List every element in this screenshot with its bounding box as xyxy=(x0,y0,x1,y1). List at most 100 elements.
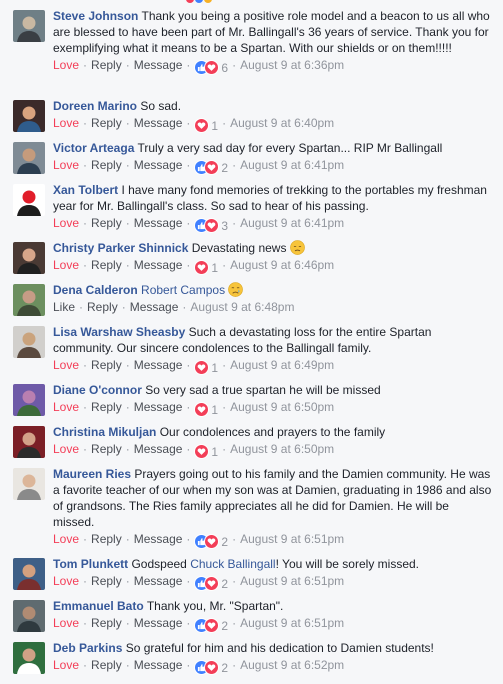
reply-button[interactable]: Reply xyxy=(91,358,122,372)
message-button[interactable]: Message xyxy=(134,616,183,630)
reply-button[interactable]: Reply xyxy=(91,216,122,230)
comment-timestamp[interactable]: August 9 at 6:41pm xyxy=(240,158,344,172)
comment-timestamp[interactable]: August 9 at 6:49pm xyxy=(230,358,334,372)
avatar[interactable] xyxy=(13,600,45,632)
reaction-summary[interactable]: 2 xyxy=(194,576,228,591)
reply-button[interactable]: Reply xyxy=(91,616,122,630)
comment-timestamp[interactable]: August 9 at 6:51pm xyxy=(240,616,344,630)
message-button[interactable]: Message xyxy=(134,216,183,230)
comment-timestamp[interactable]: August 9 at 6:51pm xyxy=(240,532,344,546)
message-button[interactable]: Message xyxy=(134,442,183,456)
comment-body: Deb Parkins So grateful for him and his … xyxy=(53,640,493,675)
comment-author[interactable]: Christina Mikuljan xyxy=(53,425,156,439)
reaction-count: 1 xyxy=(211,119,219,133)
love-button[interactable]: Love xyxy=(53,116,79,130)
reaction-summary[interactable]: 2 xyxy=(194,618,228,633)
reaction-summary[interactable]: 6 xyxy=(194,60,228,75)
reaction-summary[interactable]: 2 xyxy=(194,534,228,549)
comment-text: Doreen Marino So sad. xyxy=(53,98,493,114)
reply-button[interactable]: Reply xyxy=(91,532,122,546)
message-button[interactable]: Message xyxy=(134,658,183,672)
love-button[interactable]: Love xyxy=(53,574,79,588)
comment-body: Maureen Ries Prayers going out to his fa… xyxy=(53,466,493,549)
reaction-summary[interactable]: 1 xyxy=(194,402,218,417)
message-button[interactable]: Message xyxy=(134,58,183,72)
message-button[interactable]: Message xyxy=(134,258,183,272)
love-button[interactable]: Love xyxy=(53,532,79,546)
avatar[interactable] xyxy=(13,468,45,500)
comment-timestamp[interactable]: August 9 at 6:36pm xyxy=(240,58,344,72)
comment-timestamp[interactable]: August 9 at 6:40pm xyxy=(230,116,334,130)
comment-timestamp[interactable]: August 9 at 6:51pm xyxy=(240,574,344,588)
avatar[interactable] xyxy=(13,284,45,316)
love-button[interactable]: Love xyxy=(53,216,79,230)
reply-button[interactable]: Reply xyxy=(91,400,122,414)
comment-timestamp[interactable]: August 9 at 6:41pm xyxy=(240,216,344,230)
love-button[interactable]: Love xyxy=(53,616,79,630)
reaction-summary[interactable]: 1 xyxy=(194,260,218,275)
reply-button[interactable]: Reply xyxy=(91,574,122,588)
love-button[interactable]: Love xyxy=(53,400,79,414)
avatar[interactable] xyxy=(13,10,45,42)
comment-author[interactable]: Lisa Warshaw Sheasby xyxy=(53,325,185,339)
message-button[interactable]: Message xyxy=(134,358,183,372)
comment-timestamp[interactable]: August 9 at 6:48pm xyxy=(190,300,294,314)
love-button[interactable]: Love xyxy=(53,658,79,672)
comment-author[interactable]: Diane O'connor xyxy=(53,383,142,397)
love-button[interactable]: Love xyxy=(53,358,79,372)
comment-text: Christy Parker Shinnick Devastating news xyxy=(53,240,493,256)
comment-author[interactable]: Emmanuel Bato xyxy=(53,599,144,613)
love-button[interactable]: Love xyxy=(53,58,79,72)
message-button[interactable]: Message xyxy=(134,574,183,588)
reaction-summary[interactable]: 2 xyxy=(194,160,228,175)
message-button[interactable]: Message xyxy=(130,300,179,314)
comment-timestamp[interactable]: August 9 at 6:46pm xyxy=(230,258,334,272)
avatar[interactable] xyxy=(13,558,45,590)
reply-button[interactable]: Reply xyxy=(91,116,122,130)
avatar[interactable] xyxy=(13,642,45,674)
message-button[interactable]: Message xyxy=(134,116,183,130)
message-button[interactable]: Message xyxy=(134,400,183,414)
comment-author[interactable]: Maureen Ries xyxy=(53,467,131,481)
love-button[interactable]: Love xyxy=(53,442,79,456)
avatar[interactable] xyxy=(13,326,45,358)
comment-author[interactable]: Victor Arteaga xyxy=(53,141,134,155)
reaction-count: 1 xyxy=(211,445,219,459)
message-button[interactable]: Message xyxy=(134,532,183,546)
reaction-summary[interactable]: 3 xyxy=(194,218,228,233)
message-button[interactable]: Message xyxy=(134,158,183,172)
avatar[interactable] xyxy=(13,184,45,216)
comment-author[interactable]: Doreen Marino xyxy=(53,99,137,113)
reaction-summary[interactable]: 1 xyxy=(194,118,219,133)
reaction-summary[interactable]: 2 xyxy=(194,660,228,675)
love-button[interactable]: Love xyxy=(53,258,79,272)
comment-timestamp[interactable]: August 9 at 6:50pm xyxy=(230,400,334,414)
reply-button[interactable]: Reply xyxy=(91,658,122,672)
reaction-summary[interactable]: 1 xyxy=(194,360,218,375)
comment-author[interactable]: Deb Parkins xyxy=(53,641,122,655)
reply-button[interactable]: Reply xyxy=(91,158,122,172)
avatar[interactable] xyxy=(13,384,45,416)
reply-button[interactable]: Reply xyxy=(91,258,122,272)
mention-link[interactable]: Chuck Ballingall xyxy=(190,557,275,571)
avatar[interactable] xyxy=(13,142,45,174)
comment-author[interactable]: Tom Plunkett xyxy=(53,557,128,571)
comment-message: So grateful for him and his dedication t… xyxy=(125,641,434,655)
comment-timestamp[interactable]: August 9 at 6:50pm xyxy=(230,442,334,456)
love-button[interactable]: Love xyxy=(53,158,79,172)
comment-author[interactable]: Xan Tolbert xyxy=(53,183,118,197)
reply-button[interactable]: Reply xyxy=(87,300,118,314)
mention-link[interactable]: Robert Campos xyxy=(141,283,225,297)
avatar[interactable] xyxy=(13,242,45,274)
avatar[interactable] xyxy=(13,426,45,458)
reply-button[interactable]: Reply xyxy=(91,442,122,456)
comment-author[interactable]: Dena Calderon xyxy=(53,283,138,297)
comment-text: Victor Arteaga Truly a very sad day for … xyxy=(53,140,493,156)
reaction-summary[interactable]: 1 xyxy=(194,444,219,459)
avatar[interactable] xyxy=(13,100,45,132)
reply-button[interactable]: Reply xyxy=(91,58,122,72)
like-button[interactable]: Like xyxy=(53,300,75,314)
comment-timestamp[interactable]: August 9 at 6:52pm xyxy=(240,658,344,672)
comment-author[interactable]: Steve Johnson xyxy=(53,9,138,23)
comment-author[interactable]: Christy Parker Shinnick xyxy=(53,241,188,255)
